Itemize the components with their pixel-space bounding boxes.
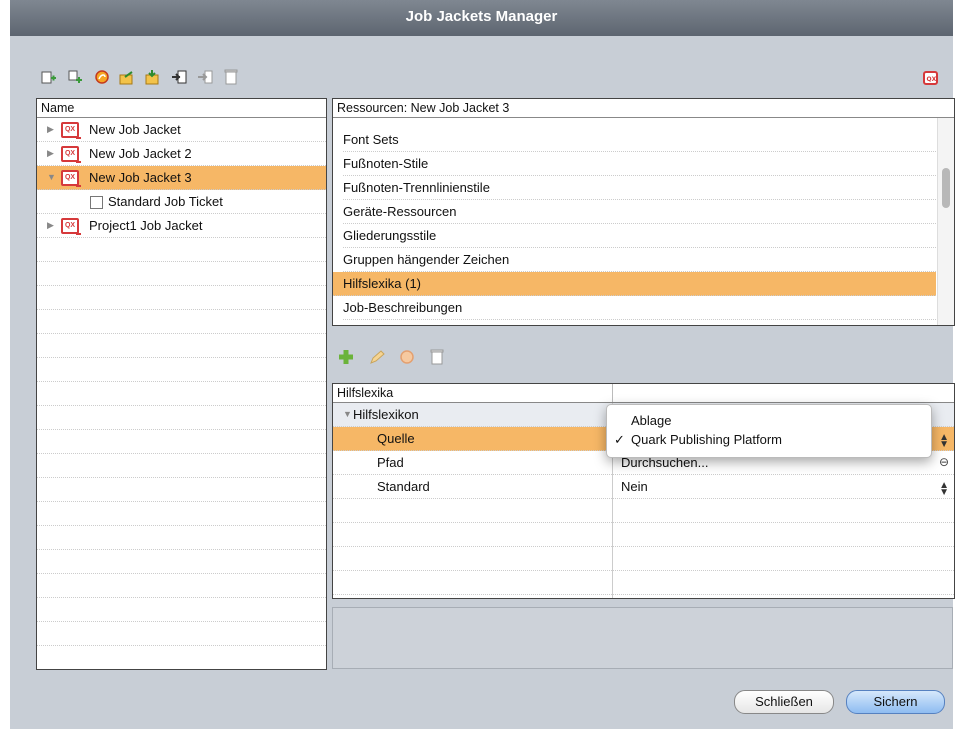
list-item[interactable]: Font Sets — [343, 128, 936, 152]
tree-header: Name — [37, 99, 326, 118]
resources-list: Ressourcen: New Job Jacket 3 Font Sets F… — [332, 98, 955, 326]
property-row-standard[interactable]: Standard Nein ▲ ▼ — [333, 475, 954, 499]
pencil-icon[interactable] — [369, 349, 385, 365]
list-item[interactable]: Fußnoten-Trennlinienstile — [343, 176, 936, 200]
list-item[interactable]: Job-Beschreibungen — [343, 296, 936, 320]
list-item[interactable]: Geräte-Ressourcen — [343, 200, 936, 224]
tree-item[interactable]: ▶ QX Project1 Job Jacket — [37, 214, 326, 238]
add-icon[interactable] — [337, 348, 355, 366]
tree-item-label: New Job Jacket 2 — [89, 146, 192, 161]
checkmark-icon: ✓ — [614, 432, 625, 447]
duplicate-icon[interactable] — [93, 69, 109, 85]
save-button[interactable]: Sichern — [846, 690, 945, 714]
resource-toolbar — [337, 346, 445, 368]
disclosure-triangle-icon[interactable]: ▶ — [47, 142, 54, 165]
delete-icon[interactable] — [429, 349, 445, 365]
job-jacket-tree: Name ▶ QX New Job Jacket ▶ QX New Job Ja… — [36, 98, 327, 670]
stepper-icon[interactable]: ▲ ▼ — [939, 481, 949, 498]
unlink-icon[interactable] — [197, 69, 213, 85]
popup-option-ablage[interactable]: Ablage — [631, 413, 671, 428]
source-popup-menu[interactable]: Ablage ✓ Quark Publishing Platform — [606, 404, 932, 458]
list-item-selected[interactable]: Hilfslexika (1) — [333, 272, 936, 296]
disclosure-triangle-icon[interactable]: ▶ — [47, 214, 54, 237]
close-button[interactable]: Schließen — [734, 690, 834, 714]
list-item[interactable]: Fußnoten-Stile — [343, 152, 936, 176]
disclosure-triangle-icon[interactable]: ▶ — [47, 118, 54, 141]
tree-item-label: New Job Jacket 3 — [89, 170, 192, 185]
qx-jacket-icon: QX — [61, 218, 81, 235]
duplicate-resource-icon[interactable] — [399, 349, 415, 365]
new-jacket-icon[interactable] — [41, 69, 57, 85]
trash-icon[interactable] — [223, 69, 239, 85]
tree-subitem[interactable]: Standard Job Ticket — [37, 190, 326, 214]
disclosure-triangle-open-icon[interactable]: ▼ — [47, 166, 56, 189]
resources-scrollbar[interactable] — [937, 118, 954, 325]
tree-item-label: New Job Jacket — [89, 122, 181, 137]
qx-doc-icon[interactable]: QX — [923, 70, 939, 86]
tree-item[interactable]: ▶ QX New Job Jacket 2 — [37, 142, 326, 166]
export-icon[interactable] — [119, 69, 135, 85]
list-item[interactable]: Gliederungsstile — [343, 224, 936, 248]
description-area[interactable] — [332, 607, 953, 669]
tree-item-label: Standard Job Ticket — [108, 194, 223, 209]
scrollbar-thumb[interactable] — [942, 168, 950, 208]
left-toolbar — [41, 66, 239, 88]
popup-option-qpp[interactable]: Quark Publishing Platform — [631, 432, 782, 447]
svg-text:QX: QX — [927, 76, 937, 83]
job-jackets-window: Job Jackets Manager QX Name ▶ QX New Job… — [10, 0, 955, 729]
tree-item-selected[interactable]: ▼ QX New Job Jacket 3 — [37, 166, 326, 190]
disclosure-triangle-open-icon[interactable]: ▼ — [343, 403, 352, 426]
link-icon[interactable] — [171, 69, 187, 85]
tree-item[interactable]: ▶ QX New Job Jacket — [37, 118, 326, 142]
qx-jacket-icon: QX — [61, 122, 81, 139]
new-ticket-icon[interactable] — [67, 69, 83, 85]
import-icon[interactable] — [145, 69, 161, 85]
tree-item-label: Project1 Job Jacket — [89, 218, 203, 233]
list-item[interactable]: Gruppen hängender Zeichen — [343, 248, 936, 272]
window-title: Job Jackets Manager — [10, 0, 953, 36]
resources-header: Ressourcen: New Job Jacket 3 — [333, 99, 954, 118]
browse-icon[interactable]: ⊖ — [939, 451, 949, 474]
ticket-icon — [90, 196, 103, 209]
stepper-icon[interactable]: ▲ ▼ — [939, 433, 949, 450]
qx-jacket-icon: QX — [61, 170, 81, 187]
properties-header: Hilfslexika — [333, 384, 954, 403]
qx-jacket-icon: QX — [61, 146, 81, 163]
